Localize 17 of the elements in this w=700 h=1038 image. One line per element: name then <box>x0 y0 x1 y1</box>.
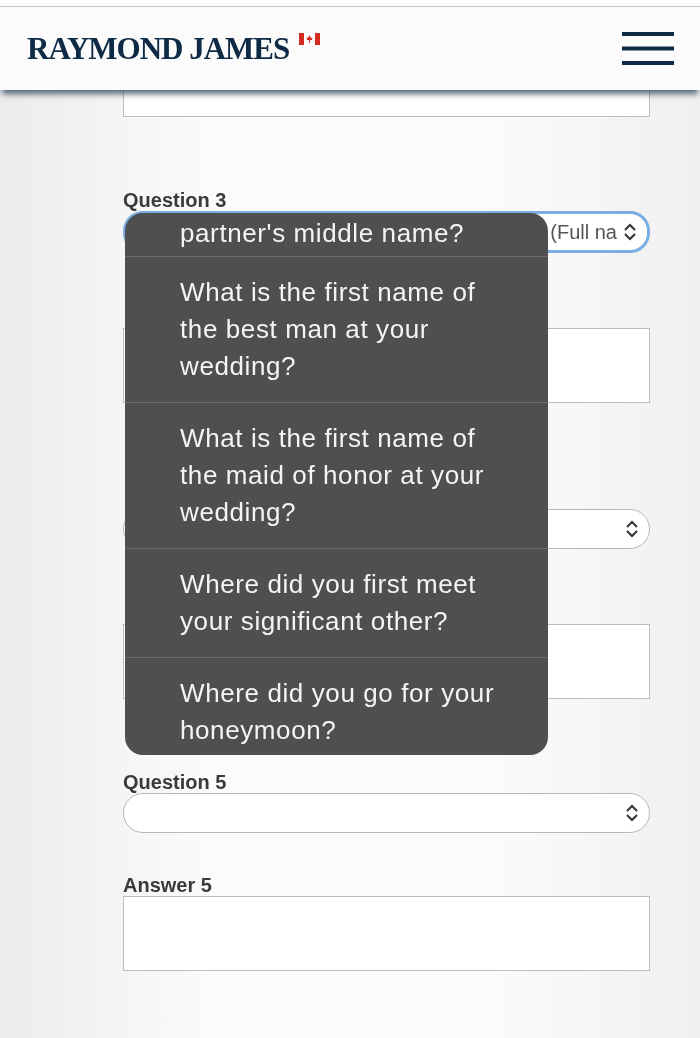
logo[interactable]: RAYMOND JAMES <box>27 30 290 67</box>
input-field[interactable] <box>123 896 650 971</box>
dropdown-option[interactable]: What is the first name of the best man at your wedding? <box>125 256 548 402</box>
dropdown-option[interactable]: What is the first name of the maid of honor at your wedding? <box>125 402 548 548</box>
field-label: Question 5 <box>123 771 227 793</box>
field-label: Question 3 <box>123 189 227 211</box>
field-label: Answer 5 <box>123 874 212 896</box>
dropdown-option[interactable]: Where did you first meet your significant other? <box>125 548 548 657</box>
menu-icon[interactable] <box>622 32 674 65</box>
select-field[interactable] <box>123 793 650 833</box>
dropdown-option[interactable]: partner's middle name? <box>125 213 548 256</box>
chevron-icon <box>625 520 639 538</box>
input-field[interactable] <box>123 90 650 117</box>
dropdown-option[interactable]: Where did you go for your honeymoon? <box>125 657 548 755</box>
chevron-icon <box>623 223 637 241</box>
flag-icon <box>299 32 321 45</box>
chevron-icon <box>625 804 639 822</box>
